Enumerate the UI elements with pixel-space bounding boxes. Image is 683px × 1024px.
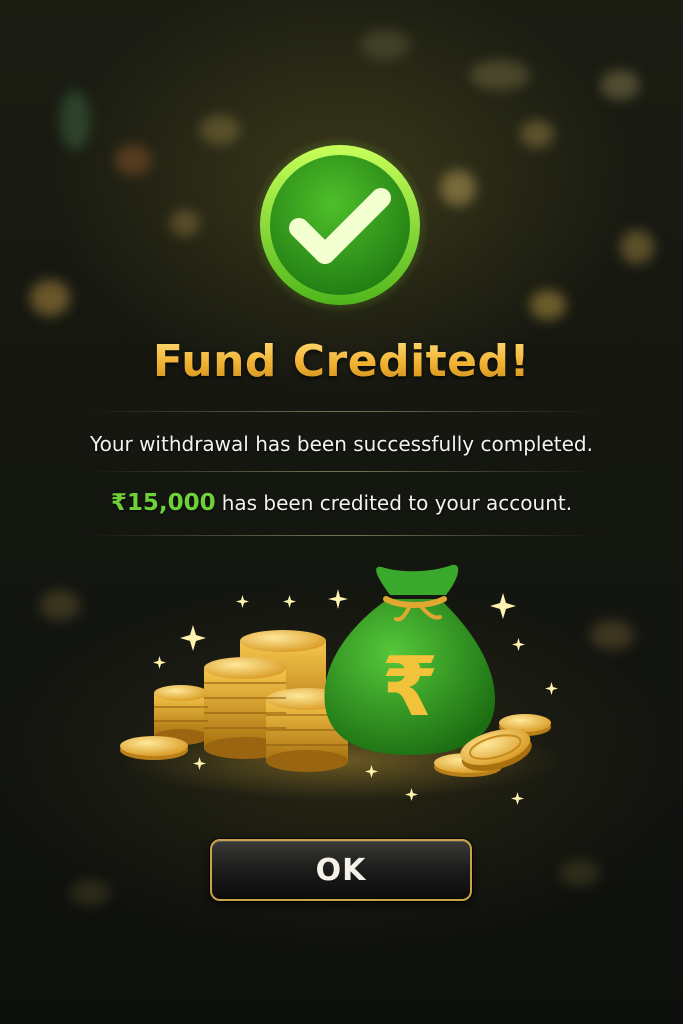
divider-bottom (85, 535, 598, 536)
divider-middle (85, 471, 598, 472)
credit-message: ₹15,000 has been credited to your account… (0, 490, 683, 516)
ok-button-label: OK (315, 852, 367, 888)
dialog-title: Fund Credited! (0, 336, 683, 387)
withdrawal-message: Your withdrawal has been successfully co… (90, 432, 593, 456)
check-circle-icon (251, 136, 429, 314)
credited-amount: ₹15,000 (110, 490, 216, 516)
credit-message-suffix: has been credited to your account. (221, 491, 573, 515)
divider-top (85, 411, 598, 412)
svg-text:₹: ₹ (381, 640, 438, 735)
money-bag-illustration: ₹ (110, 555, 570, 805)
ok-button[interactable]: OK (210, 839, 472, 901)
